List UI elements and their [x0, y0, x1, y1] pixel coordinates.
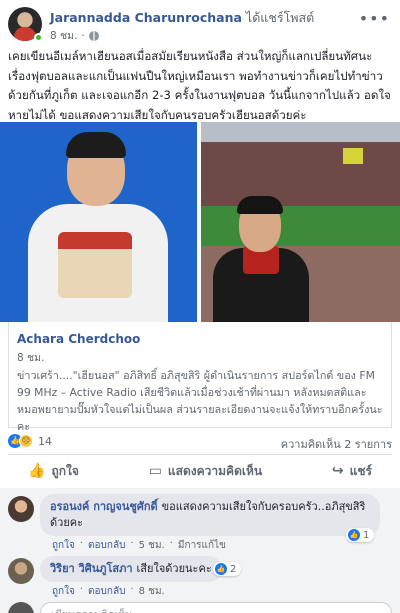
- author-name[interactable]: Jarannadda Charunrochana: [50, 10, 242, 25]
- photo-portrait[interactable]: [0, 122, 197, 322]
- comment-like-link[interactable]: ถูกใจ: [52, 538, 75, 553]
- commenter-avatar[interactable]: [8, 496, 34, 522]
- comment-meta: ถูกใจ · ตอบกลับ · 8 ชม.: [52, 584, 165, 599]
- like-label: ถูกใจ: [51, 463, 79, 478]
- comment-edited[interactable]: มีการแก้ไข: [178, 538, 226, 553]
- commenter-name[interactable]: วิริยา วิศินภูโสภา: [50, 562, 133, 575]
- comment-meta: ถูกใจ · ตอบกลับ · 5 ชม. · มีการแก้ไข: [52, 538, 226, 553]
- photo-stadium[interactable]: [201, 122, 400, 322]
- shared-text: ข่าวเศร้า...."เฮียนอส" อภิสิทธิ์ อภิสุขส…: [17, 369, 383, 433]
- globe-icon: [88, 30, 99, 41]
- reaction-count[interactable]: 14: [38, 435, 52, 448]
- shared-post[interactable]: Achara Cherdchoo 8 ชม. ข่าวเศร้า...."เฮี…: [8, 322, 392, 433]
- post-meta: 8 ชม. ·: [50, 27, 99, 44]
- post-header: Jarannadda Charunrochana ได้แชร์โพสต์ 8 ช…: [8, 7, 392, 45]
- commenter-name[interactable]: อรอนงค์ กาญจนชูศักดิ์: [50, 500, 158, 513]
- reactions-bar: 👍 ☹ 14 ความคิดเห็น 2 รายการ: [8, 432, 392, 452]
- comment-reply-link[interactable]: ตอบกลับ: [88, 538, 125, 553]
- write-comment-input[interactable]: เขียนความคิดเห็น...: [40, 602, 392, 613]
- comment-button[interactable]: ▭ แสดงความคิดเห็น: [129, 458, 282, 484]
- comment-bubble: วิริยา วิศินภูโสภา เสียใจด้วยนะคะ: [40, 556, 222, 582]
- comment-time[interactable]: 5 ชม.: [139, 538, 165, 553]
- shared-author[interactable]: Achara Cherdchoo: [17, 332, 140, 346]
- action-bar: 👍 ถูกใจ ▭ แสดงความคิดเห็น ↪ แชร์: [8, 458, 392, 484]
- divider: [8, 454, 392, 455]
- comment-like-link[interactable]: ถูกใจ: [52, 584, 75, 599]
- share-icon: ↪: [331, 463, 344, 479]
- like-icon: 👍: [215, 563, 227, 575]
- thumbs-up-icon: 👍: [28, 463, 46, 479]
- post-card: Jarannadda Charunrochana ได้แชร์โพสต์ 8 ช…: [0, 0, 400, 613]
- comment-reaction-count: 1: [363, 529, 370, 541]
- comment-bubble: อรอนงค์ กาญจนชูศักดิ์ ขอแสดงความเสียใจกับ…: [40, 494, 380, 536]
- more-icon[interactable]: •••: [359, 9, 390, 28]
- share-button[interactable]: ↪ แชร์: [312, 458, 392, 484]
- comment-reactions[interactable]: 👍 2: [213, 562, 242, 576]
- current-user-avatar: [8, 602, 34, 613]
- comment-reply-link[interactable]: ตอบกลับ: [88, 584, 125, 599]
- author-line: Jarannadda Charunrochana ได้แชร์โพสต์: [50, 8, 314, 28]
- post-time[interactable]: 8 ชม.: [50, 27, 77, 44]
- author-action: ได้แชร์โพสต์: [245, 10, 315, 25]
- reaction-icons[interactable]: 👍 ☹: [8, 434, 33, 448]
- commenter-avatar[interactable]: [8, 558, 34, 584]
- comment-text: เสียใจด้วยนะคะ: [136, 562, 212, 575]
- comment-icon: ▭: [148, 463, 162, 479]
- like-icon: 👍: [348, 529, 360, 541]
- comment-reaction-count: 2: [230, 563, 237, 575]
- comment-count[interactable]: ความคิดเห็น 2 รายการ: [281, 435, 392, 453]
- like-button[interactable]: 👍 ถูกใจ: [8, 458, 99, 484]
- post-images: [0, 122, 400, 322]
- comment-time[interactable]: 8 ชม.: [139, 584, 165, 599]
- online-status-icon: [34, 33, 43, 42]
- share-label: แชร์: [349, 463, 372, 478]
- comments-section: อรอนงค์ กาญจนชูศักดิ์ ขอแสดงความเสียใจกับ…: [0, 488, 400, 613]
- sad-reaction-icon: ☹: [19, 434, 33, 448]
- comment-reactions[interactable]: 👍 1: [346, 528, 375, 542]
- comment-label: แสดงความคิดเห็น: [167, 463, 263, 478]
- shared-time[interactable]: 8 ชม.: [17, 349, 44, 366]
- post-text: เคยเขียนอีเมล์หาเฮียนอสเมื่อสมัยเรียนหนั…: [8, 49, 391, 122]
